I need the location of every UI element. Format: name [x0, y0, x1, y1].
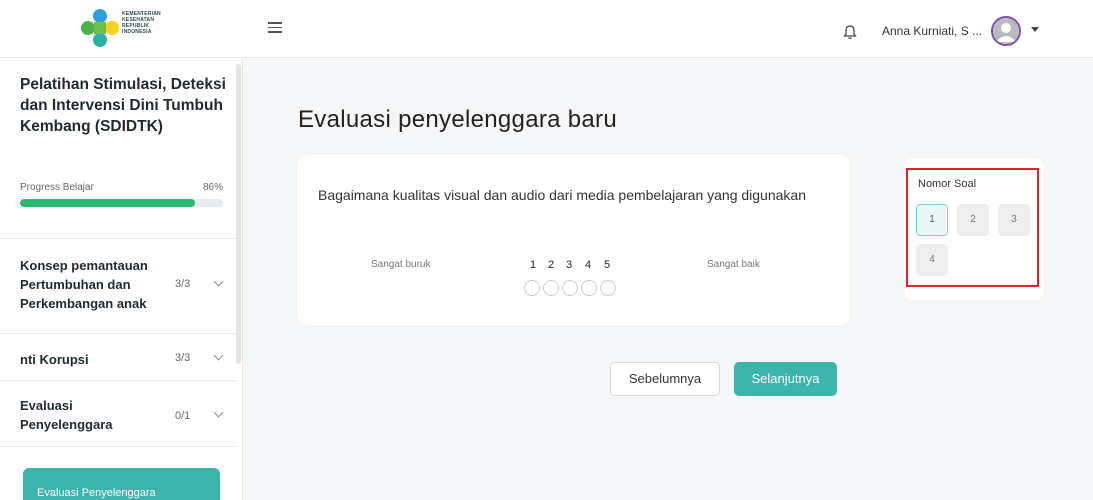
divider — [0, 238, 236, 239]
page-title: Evaluasi penyelenggara baru — [298, 106, 617, 133]
question-number-3[interactable]: 3 — [998, 204, 1030, 236]
logo-icon — [81, 9, 119, 47]
logo-line: INDONESIA — [122, 29, 152, 35]
module-count: 3/3 — [175, 352, 191, 364]
scale-number: 5 — [603, 259, 611, 271]
scale-number: 4 — [584, 259, 592, 271]
evaluasi-penyelenggara-button[interactable]: Evaluasi Penyelenggara — [23, 468, 220, 500]
question-number-1[interactable]: 1 — [916, 204, 948, 236]
menu-toggle-icon[interactable] — [268, 22, 282, 34]
progress-label: Progress Belajar — [20, 182, 94, 193]
user-avatar[interactable] — [991, 16, 1021, 46]
chevron-down-icon[interactable] — [213, 407, 224, 418]
chevron-down-icon[interactable] — [213, 276, 224, 287]
rating-radio-2[interactable] — [543, 280, 559, 296]
user-menu-caret-icon[interactable] — [1031, 27, 1039, 32]
scale-number: 2 — [547, 259, 555, 271]
logo-text: KEMENTERIAN KESEHATAN REPUBLIK INDONESIA — [122, 11, 161, 35]
sidebar: Pelatihan Stimulasi, Deteksi dan Interve… — [0, 58, 243, 500]
notification-bell-icon[interactable] — [843, 24, 857, 40]
avatar-icon — [993, 18, 1019, 44]
divider — [0, 333, 236, 334]
module-count: 0/1 — [175, 410, 191, 422]
sidebar-scrollbar[interactable] — [236, 64, 241, 364]
chevron-down-icon[interactable] — [213, 350, 224, 361]
divider — [0, 446, 236, 447]
module-title: Evaluasi Penyelenggara — [20, 398, 113, 432]
sidebar-module-konsep[interactable]: Konsep pemantauan Pertumbuhan dan Perkem… — [20, 256, 230, 326]
question-card: Bagaimana kualitas visual dan audio dari… — [298, 155, 850, 325]
progress-bar — [20, 199, 223, 207]
rating-radio-3[interactable] — [562, 280, 578, 296]
progress-bar-fill — [20, 199, 195, 207]
scale-number: 1 — [529, 259, 537, 271]
scale-min-label: Sangat buruk — [371, 259, 431, 270]
rating-radio-1[interactable] — [524, 280, 540, 296]
module-count: 3/3 — [175, 278, 191, 290]
kemenkes-logo[interactable]: KEMENTERIAN KESEHATAN REPUBLIK INDONESIA — [80, 8, 180, 48]
divider — [0, 380, 236, 381]
next-button[interactable]: Selanjutnya — [734, 362, 837, 396]
rating-radio-4[interactable] — [581, 280, 597, 296]
question-number-4[interactable]: 4 — [916, 244, 948, 276]
scale-max-label: Sangat baik — [707, 259, 760, 270]
sidebar-module-evaluasi[interactable]: Evaluasi Penyelenggara 0/1 — [20, 396, 230, 440]
module-title: Konsep pemantauan Pertumbuhan dan Perkem… — [20, 258, 148, 311]
scale-number: 3 — [565, 259, 573, 271]
progress-percent: 86% — [203, 182, 224, 193]
module-title: nti Korupsi — [20, 352, 89, 367]
previous-button[interactable]: Sebelumnya — [610, 362, 720, 396]
question-text: Bagaimana kualitas visual dan audio dari… — [318, 187, 806, 203]
rating-radio-5[interactable] — [600, 280, 616, 296]
user-name[interactable]: Anna Kurniati, S ... — [882, 24, 982, 38]
question-number-2[interactable]: 2 — [957, 204, 989, 236]
course-title: Pelatihan Stimulasi, Deteksi dan Interve… — [20, 76, 226, 135]
question-nav-title: Nomor Soal — [918, 178, 977, 190]
sidebar-module-korupsi[interactable]: nti Korupsi 3/3 — [20, 350, 230, 374]
top-bar: KEMENTERIAN KESEHATAN REPUBLIK INDONESIA… — [0, 0, 1093, 58]
